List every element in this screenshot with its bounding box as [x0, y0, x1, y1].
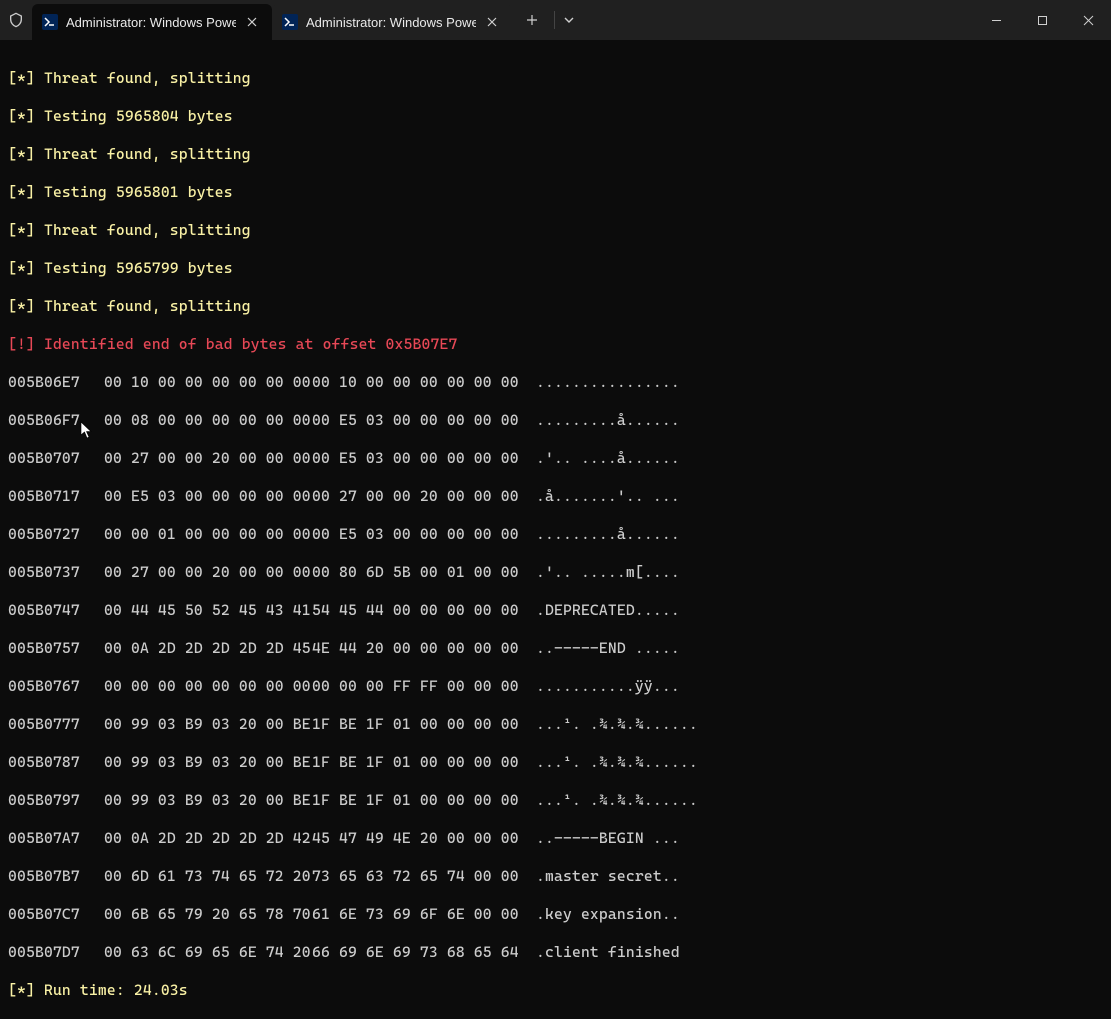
hex-row: 005B07C700 6B 65 79 20 65 78 7061 6E 73 … [8, 905, 1103, 924]
hex-row: 005B07B700 6D 61 73 74 65 72 2073 65 63 … [8, 867, 1103, 886]
tab-close-button[interactable] [482, 12, 502, 32]
maximize-button[interactable] [1019, 0, 1065, 40]
hex-row: 005B076700 00 00 00 00 00 00 0000 00 00 … [8, 677, 1103, 696]
log-line: [*] Threat found, splitting [8, 145, 1103, 164]
powershell-icon [42, 14, 58, 30]
log-line-alert: [!] Identified end of bad bytes at offse… [8, 335, 1103, 354]
hex-row: 005B073700 27 00 00 20 00 00 0000 80 6D … [8, 563, 1103, 582]
tab-title: Administrator: Windows Power [306, 15, 476, 30]
hex-row: 005B077700 99 03 B9 03 20 00 BE1F BE 1F … [8, 715, 1103, 734]
log-line: [*] Threat found, splitting [8, 221, 1103, 240]
log-line: [*] Testing 5965799 bytes [8, 259, 1103, 278]
tab-close-button[interactable] [242, 12, 262, 32]
tab-title: Administrator: Windows Powe [66, 15, 236, 30]
log-line: [*] Testing 5965801 bytes [8, 183, 1103, 202]
hex-row: 005B074700 44 45 50 52 45 43 4154 45 44 … [8, 601, 1103, 620]
hex-row: 005B06F700 08 00 00 00 00 00 0000 E5 03 … [8, 411, 1103, 430]
new-tab-button[interactable] [516, 4, 548, 36]
hex-row: 005B070700 27 00 00 20 00 00 0000 E5 03 … [8, 449, 1103, 468]
hex-row: 005B07A700 0A 2D 2D 2D 2D 2D 4245 47 49 … [8, 829, 1103, 848]
hex-row: 005B079700 99 03 B9 03 20 00 BE1F BE 1F … [8, 791, 1103, 810]
tab-dropdown-button[interactable] [555, 4, 583, 36]
hex-row: 005B078700 99 03 B9 03 20 00 BE1F BE 1F … [8, 753, 1103, 772]
window-controls [973, 0, 1111, 40]
hex-row: 005B07D700 63 6C 69 65 6E 74 2066 69 6E … [8, 943, 1103, 962]
hex-row: 005B075700 0A 2D 2D 2D 2D 2D 454E 44 20 … [8, 639, 1103, 658]
log-line-runtime: [*] Run time: 24.03s [8, 981, 1103, 1000]
hex-row: 005B072700 00 01 00 00 00 00 0000 E5 03 … [8, 525, 1103, 544]
terminal-output[interactable]: [*] Threat found, splitting [*] Testing … [0, 40, 1111, 1019]
log-line: [*] Testing 5965804 bytes [8, 107, 1103, 126]
hex-row: 005B06E700 10 00 00 00 00 00 0000 10 00 … [8, 373, 1103, 392]
hex-row: 005B071700 E5 03 00 00 00 00 0000 27 00 … [8, 487, 1103, 506]
log-line: [*] Threat found, splitting [8, 69, 1103, 88]
tab-1[interactable]: Administrator: Windows Powe [32, 4, 272, 40]
powershell-icon [282, 14, 298, 30]
app-shield-icon [0, 0, 32, 40]
minimize-button[interactable] [973, 0, 1019, 40]
title-bar: Administrator: Windows Powe Administrato… [0, 0, 1111, 40]
close-button[interactable] [1065, 0, 1111, 40]
log-line: [*] Threat found, splitting [8, 297, 1103, 316]
tab-2[interactable]: Administrator: Windows Power [272, 4, 512, 40]
